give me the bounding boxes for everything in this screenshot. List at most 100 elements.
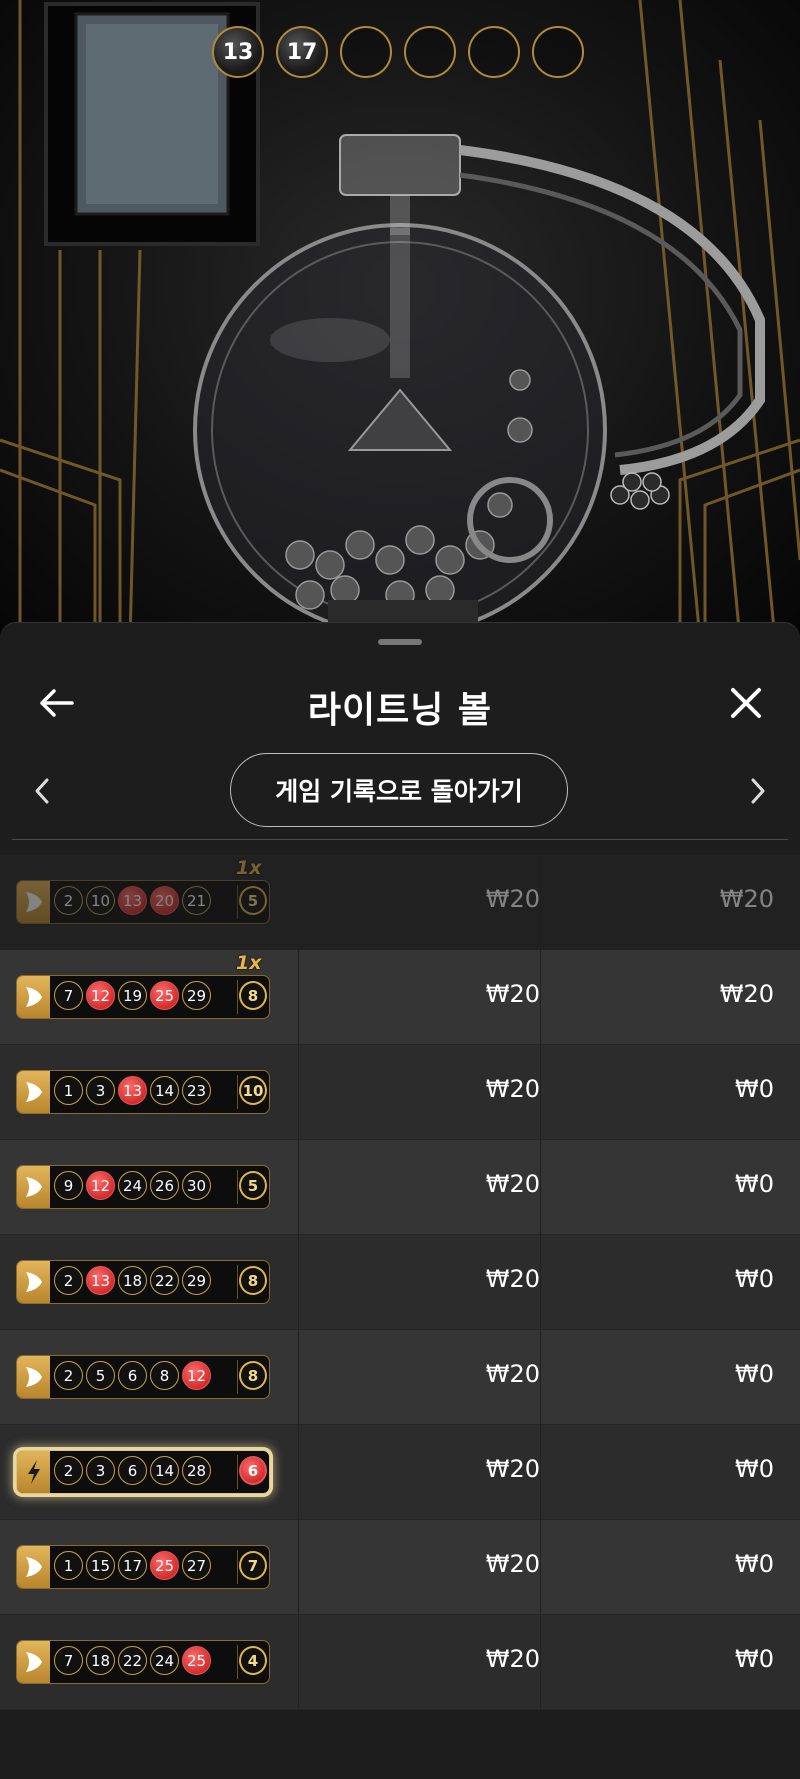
ticket-number-ball: 29 [182, 981, 211, 1010]
column-divider [298, 1615, 299, 1709]
ticket-number-ball: 20 [150, 886, 179, 915]
history-row[interactable]: 2 5 6 8 12 8 ₩20 ₩0 [0, 1330, 800, 1425]
bet-amount: ₩20 [485, 1265, 540, 1293]
bonus-separator [237, 885, 238, 919]
bonus-separator [237, 1645, 238, 1679]
column-divider [540, 1615, 541, 1709]
ticket-number-ball: 2 [54, 1361, 83, 1390]
column-divider [298, 1425, 299, 1519]
history-row[interactable]: 7 12 19 25 29 8 1x ₩20 ₩20 [0, 950, 800, 1045]
ticket-number-ball: 1 [54, 1076, 83, 1105]
multiplier-badge: 1x [236, 857, 262, 879]
bonus-ball: 5 [239, 886, 267, 915]
ticket-numbers: 2 10 13 20 21 [54, 886, 211, 915]
next-button[interactable] [734, 767, 782, 815]
bonus-separator [237, 980, 238, 1014]
bonus-separator [237, 1550, 238, 1584]
win-amount: ₩0 [735, 1455, 774, 1483]
ticket-number-ball: 24 [118, 1171, 147, 1200]
back-to-game-history-button[interactable]: 게임 기록으로 돌아가기 [230, 753, 568, 827]
bonus-ball: 5 [239, 1171, 267, 1200]
bonus-ball: 8 [239, 1361, 267, 1390]
ticket-number-ball: 15 [86, 1551, 115, 1580]
divider [12, 839, 788, 840]
ticket: 7 12 19 25 29 8 [16, 975, 270, 1019]
ticket: 1 3 13 14 23 10 [16, 1070, 270, 1114]
ticket-number-ball: 26 [150, 1171, 179, 1200]
ticket-number-ball: 10 [86, 886, 115, 915]
drawn-ball [532, 26, 584, 78]
ticket-number-ball: 1 [54, 1551, 83, 1580]
column-divider [298, 1140, 299, 1234]
ticket: 2 13 18 22 29 8 [16, 1260, 270, 1304]
column-divider [540, 1140, 541, 1234]
win-amount: ₩0 [735, 1075, 774, 1103]
ticket-number-ball: 13 [118, 1076, 147, 1105]
lightning-icon [17, 1451, 50, 1493]
ticket-number-ball: 2 [54, 1456, 83, 1485]
history-row[interactable]: 7 18 22 24 25 4 ₩20 ₩0 [0, 1615, 800, 1710]
history-row[interactable]: 1 15 17 25 27 7 ₩20 ₩0 [0, 1520, 800, 1615]
close-button[interactable] [718, 675, 774, 731]
column-divider [298, 950, 299, 1044]
play-icon [17, 1166, 50, 1208]
bonus-separator [237, 1170, 238, 1204]
drawn-ball: 13 [212, 26, 264, 78]
ticket-numbers: 2 5 6 8 12 [54, 1361, 211, 1390]
ticket-number-ball: 28 [182, 1456, 211, 1485]
history-row[interactable]: 2 13 18 22 29 8 ₩20 ₩0 [0, 1235, 800, 1330]
previous-button[interactable] [18, 767, 66, 815]
ticket-number-ball: 12 [182, 1361, 211, 1390]
ticket-number-ball: 18 [86, 1646, 115, 1675]
lottery-machine-illustration [0, 0, 800, 640]
ticket-number-ball: 29 [182, 1266, 211, 1295]
bonus-ball: 8 [239, 981, 267, 1010]
history-row[interactable]: 2 10 13 20 21 5 1x ₩20 ₩20 [0, 855, 800, 950]
column-divider [298, 1330, 299, 1424]
history-row[interactable]: 2 3 6 14 28 6 ₩20 ₩0 [0, 1425, 800, 1520]
ticket-number-ball: 27 [182, 1551, 211, 1580]
ticket-numbers: 1 15 17 25 27 [54, 1551, 211, 1580]
play-icon [17, 1356, 50, 1398]
ticket-number-ball: 5 [86, 1361, 115, 1390]
ticket-number-ball: 22 [118, 1646, 147, 1675]
ticket-number-ball: 2 [54, 886, 83, 915]
bonus-separator [237, 1075, 238, 1109]
column-divider [540, 950, 541, 1044]
bonus-separator [237, 1265, 238, 1299]
play-icon [17, 1261, 50, 1303]
bet-history-list: 2 10 13 20 21 5 1x ₩20 ₩20 7 12 19 25 29 8 1x ₩20 ₩20 1 3 13… [0, 855, 800, 1710]
column-divider [540, 1330, 541, 1424]
close-icon [731, 688, 761, 718]
win-amount: ₩0 [735, 1265, 774, 1293]
ticket-number-ball: 6 [118, 1361, 147, 1390]
ticket-number-ball: 3 [86, 1456, 115, 1485]
bonus-ball: 6 [239, 1456, 267, 1485]
bet-amount: ₩20 [485, 1645, 540, 1673]
ticket-number-ball: 14 [150, 1076, 179, 1105]
ticket: 2 5 6 8 12 8 [16, 1355, 270, 1399]
bet-amount: ₩20 [485, 1170, 540, 1198]
ticket-number-ball: 22 [150, 1266, 179, 1295]
live-video-stage: 13 17 [0, 0, 800, 640]
bet-amount: ₩20 [485, 885, 540, 913]
bet-amount: ₩20 [485, 1550, 540, 1578]
history-row[interactable]: 9 12 24 26 30 5 ₩20 ₩0 [0, 1140, 800, 1235]
win-amount: ₩0 [735, 1360, 774, 1388]
bonus-separator [237, 1455, 238, 1489]
column-divider [298, 1235, 299, 1329]
ticket-number-ball: 14 [150, 1456, 179, 1485]
history-navigation: 게임 기록으로 돌아가기 [0, 751, 800, 831]
ticket-number-ball: 25 [150, 981, 179, 1010]
column-divider [540, 1045, 541, 1139]
sheet-drag-handle[interactable] [378, 639, 422, 645]
ticket-number-ball: 7 [54, 1646, 83, 1675]
ticket: 2 10 13 20 21 5 [16, 880, 270, 924]
ticket-number-ball: 13 [86, 1266, 115, 1295]
chevron-left-icon [35, 778, 49, 804]
ticket-numbers: 1 3 13 14 23 [54, 1076, 211, 1105]
bet-amount: ₩20 [485, 1360, 540, 1388]
history-row[interactable]: 1 3 13 14 23 10 ₩20 ₩0 [0, 1045, 800, 1140]
ticket-number-ball: 19 [118, 981, 147, 1010]
ticket-number-ball: 9 [54, 1171, 83, 1200]
